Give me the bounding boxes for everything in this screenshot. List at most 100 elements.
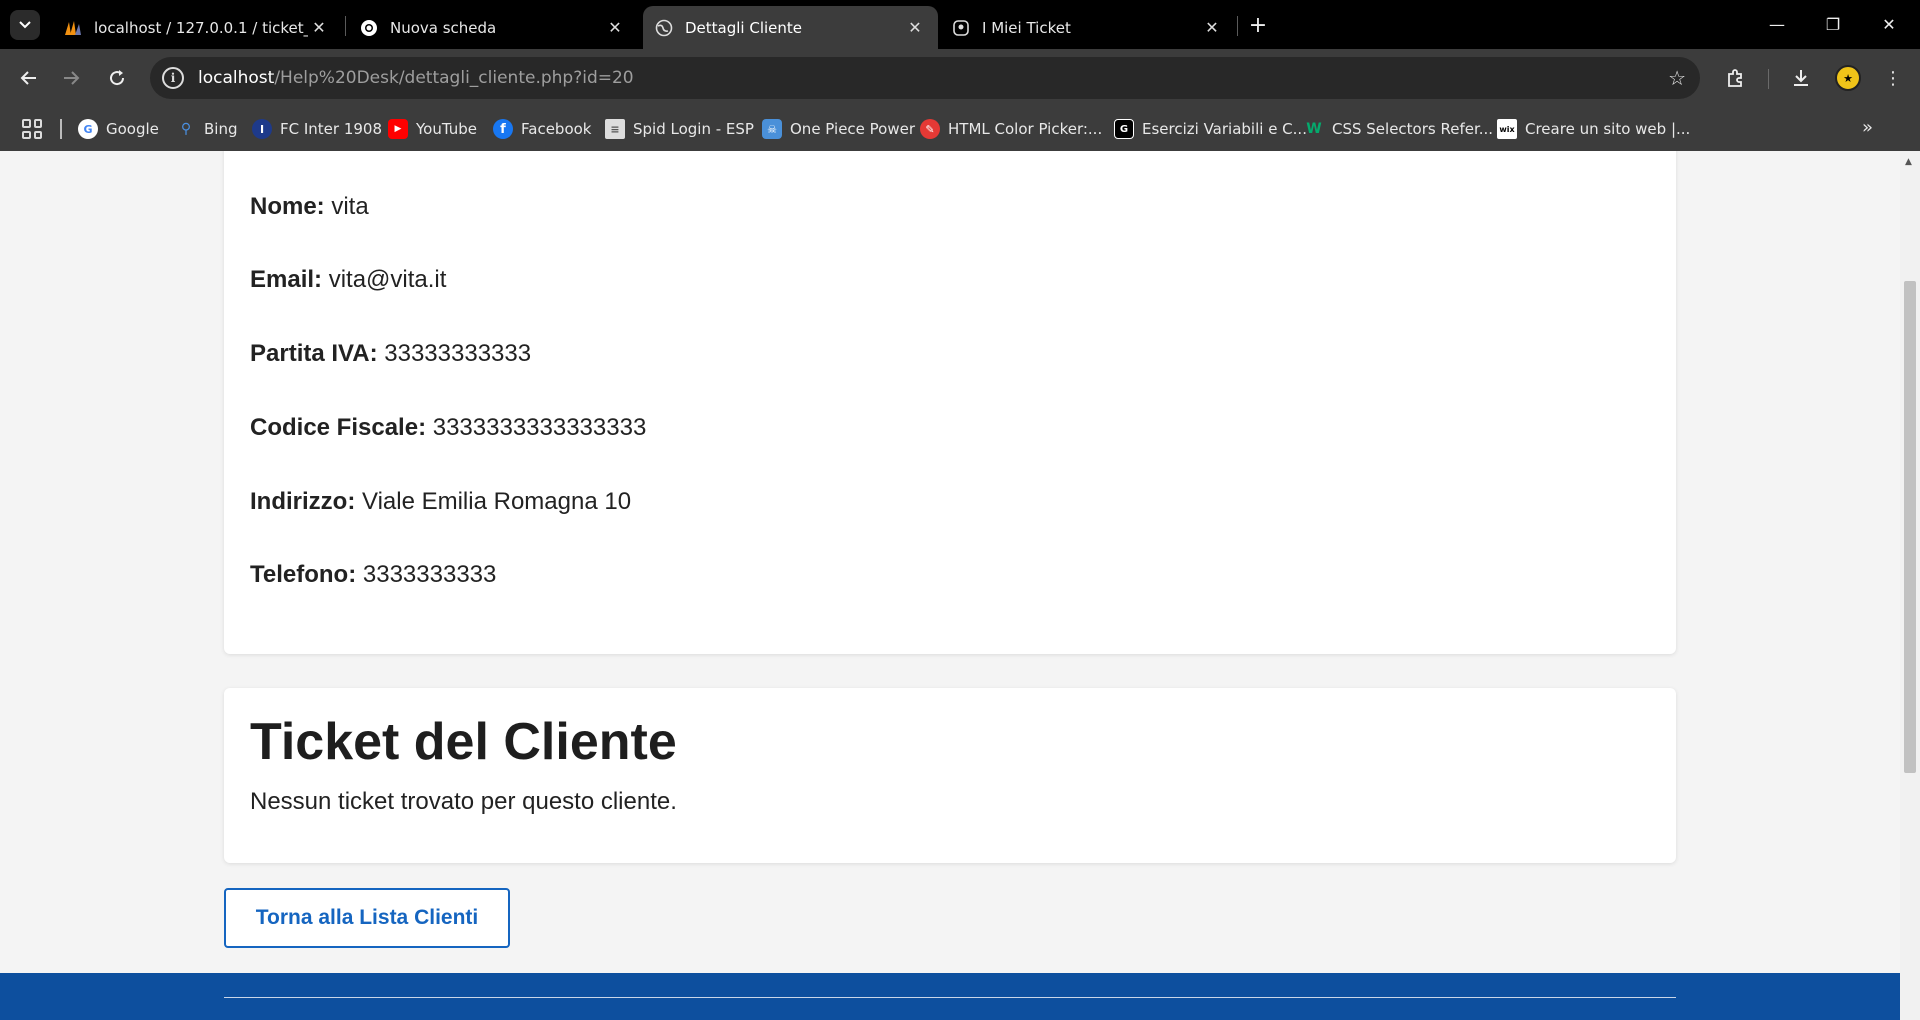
bookmark-label: Facebook xyxy=(521,120,592,138)
field-value: Viale Emilia Romagna 10 xyxy=(362,488,632,515)
inter-icon: I xyxy=(252,119,272,139)
bookmark-css-selectors[interactable]: W CSS Selectors Refer... xyxy=(1304,117,1493,141)
field-value: 3333333333333333 xyxy=(432,414,647,441)
bookmark-label: FC Inter 1908 xyxy=(280,120,383,138)
close-icon[interactable]: ✕ xyxy=(604,17,626,39)
minimize-icon[interactable]: — xyxy=(1750,0,1804,49)
bookmark-fc-inter[interactable]: I FC Inter 1908 xyxy=(252,117,382,141)
bing-search-icon: ⚲ xyxy=(180,121,192,137)
bookmark-html-color-picker[interactable]: ✎ HTML Color Picker:... xyxy=(920,117,1102,141)
field-label: Email: xyxy=(250,266,323,293)
field-value: vita@vita.it xyxy=(328,266,447,293)
profile-avatar-icon[interactable]: ★ xyxy=(1835,65,1861,91)
field-label: Indirizzo: xyxy=(250,488,356,515)
close-icon[interactable]: ✕ xyxy=(1201,17,1223,39)
bookmark-label: Creare un sito web |... xyxy=(1525,120,1691,138)
field-partita-iva: Partita IVA: 33333333333 xyxy=(250,340,531,368)
download-icon[interactable] xyxy=(1786,63,1816,93)
ticket-icon xyxy=(952,19,970,37)
page-viewport: Informazioni Cliente Nome: vita Email: v… xyxy=(0,151,1900,1020)
field-label: Nome: xyxy=(250,193,325,220)
document-icon: ≡ xyxy=(605,119,625,139)
field-label: Telefono: xyxy=(250,561,357,588)
google-icon: G xyxy=(78,119,98,139)
new-tab-plus-icon[interactable]: + xyxy=(1245,12,1271,38)
facebook-icon: f xyxy=(493,119,513,139)
bookmark-label: CSS Selectors Refer... xyxy=(1332,120,1494,138)
window-close-icon[interactable]: ✕ xyxy=(1862,0,1916,49)
footer-divider xyxy=(224,997,1676,998)
field-value: vita xyxy=(331,193,369,220)
tab-i-miei-ticket[interactable]: I Miei Ticket ✕ xyxy=(940,6,1235,49)
forward-arrow-icon[interactable] xyxy=(56,62,88,94)
back-arrow-icon[interactable] xyxy=(12,62,44,94)
field-indirizzo: Indirizzo: Viale Emilia Romagna 10 xyxy=(250,488,631,516)
chevron-down-icon xyxy=(19,21,31,29)
bookmark-label: One Piece Power xyxy=(790,120,916,138)
tab-strip: localhost / 127.0.0.1 / ticket_ma ✕ Nuov… xyxy=(0,0,1920,49)
browser-toolbar: i localhost/Help%20Desk/dettagli_cliente… xyxy=(0,49,1920,107)
reload-icon[interactable] xyxy=(101,62,133,94)
restore-icon[interactable]: ❐ xyxy=(1806,0,1860,49)
field-telefono: Telefono: 3333333333 xyxy=(250,561,496,589)
bookmark-youtube[interactable]: ▶ YouTube xyxy=(388,117,477,141)
address-bar[interactable]: i localhost/Help%20Desk/dettagli_cliente… xyxy=(150,57,1700,99)
back-to-client-list-button[interactable]: Torna alla Lista Clienti xyxy=(224,888,510,948)
bookmark-label: YouTube xyxy=(416,120,477,138)
url-text: localhost/Help%20Desk/dettagli_cliente.p… xyxy=(198,68,634,88)
tab-title: Dettagli Cliente xyxy=(685,18,803,37)
field-value: 33333333333 xyxy=(384,340,532,367)
w3schools-icon: W xyxy=(1306,121,1322,137)
close-icon[interactable]: ✕ xyxy=(308,17,330,39)
scrollbar-thumb[interactable] xyxy=(1904,281,1916,773)
page-scrollbar[interactable]: ▲ xyxy=(1900,151,1920,1020)
bookmark-wix[interactable]: wix Creare un sito web |... xyxy=(1497,117,1690,141)
wix-icon: wix xyxy=(1497,119,1517,139)
menu-kebab-icon[interactable]: ⋮ xyxy=(1878,63,1908,93)
page-footer xyxy=(0,973,1900,1020)
scroll-up-arrow-icon[interactable]: ▲ xyxy=(1905,157,1912,167)
tab-search-button[interactable] xyxy=(10,10,40,40)
site-info-icon[interactable]: i xyxy=(162,67,184,89)
tab-dettagli-cliente[interactable]: Dettagli Cliente ✕ xyxy=(643,6,938,49)
client-tickets-card: Ticket del Cliente Nessun ticket trovato… xyxy=(224,688,1676,863)
bookmark-label: HTML Color Picker:... xyxy=(948,120,1103,138)
phpmyadmin-icon xyxy=(64,19,82,37)
client-tickets-title: Ticket del Cliente xyxy=(250,713,677,771)
close-icon[interactable]: ✕ xyxy=(904,17,926,39)
url-host: localhost xyxy=(198,68,275,88)
bookmark-label: Esercizi Variabili e C... xyxy=(1142,120,1307,138)
tab-title: I Miei Ticket xyxy=(982,18,1071,37)
youtube-icon: ▶ xyxy=(388,119,408,139)
bookmark-one-piece[interactable]: ☠ One Piece Power xyxy=(762,117,915,141)
bookmark-google[interactable]: G Google xyxy=(78,117,159,141)
no-tickets-message: Nessun ticket trovato per questo cliente… xyxy=(250,788,677,815)
tab-new-tab[interactable]: Nuova scheda ✕ xyxy=(348,6,638,49)
bookmarks-bar: G Google ⚲ Bing I FC Inter 1908 ▶ YouTub… xyxy=(0,107,1920,151)
field-label: Partita IVA: xyxy=(250,340,378,367)
bookmark-label: Google xyxy=(106,120,159,138)
field-label: Codice Fiscale: xyxy=(250,414,427,441)
bookmark-label: Bing xyxy=(204,120,238,138)
bookmark-esercizi[interactable]: G Esercizi Variabili e C... xyxy=(1114,117,1307,141)
bookmark-facebook[interactable]: f Facebook xyxy=(493,117,591,141)
bookmark-spid[interactable]: ≡ Spid Login - ESP xyxy=(605,117,754,141)
tab-title: Nuova scheda xyxy=(390,18,497,37)
field-email: Email: vita@vita.it xyxy=(250,266,446,294)
field-nome: Nome: vita xyxy=(250,193,369,221)
tab-title: localhost / 127.0.0.1 / ticket_ma xyxy=(94,18,308,37)
chrome-icon xyxy=(360,19,378,37)
apps-grid-icon[interactable] xyxy=(20,117,44,141)
tab-divider xyxy=(345,16,346,36)
bookmark-bing[interactable]: ⚲ Bing xyxy=(176,117,238,141)
onepiece-icon: ☠ xyxy=(762,119,782,139)
tab-phpmyadmin[interactable]: localhost / 127.0.0.1 / ticket_ma ✕ xyxy=(52,6,342,49)
extensions-icon[interactable] xyxy=(1720,63,1750,93)
client-info-card: Informazioni Cliente Nome: vita Email: v… xyxy=(224,151,1676,654)
field-value: 3333333333 xyxy=(362,561,497,588)
bookmark-star-icon[interactable]: ☆ xyxy=(1668,66,1686,90)
bookmark-label: Spid Login - ESP xyxy=(633,120,754,138)
chevron-double-right-icon[interactable]: » xyxy=(1862,117,1873,138)
field-codice-fiscale: Codice Fiscale: 3333333333333333 xyxy=(250,414,646,442)
tab-divider xyxy=(1237,16,1238,36)
